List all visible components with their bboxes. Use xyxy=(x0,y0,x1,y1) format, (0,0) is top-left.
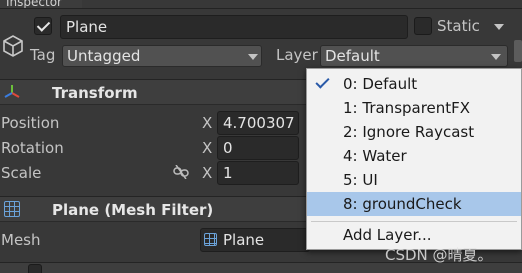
rotation-x-label: X xyxy=(202,139,213,157)
scrollbar-thumb[interactable] xyxy=(514,40,522,62)
static-label: Static xyxy=(437,17,480,35)
layer-menu-item-groundcheck[interactable]: 8: groundCheck xyxy=(307,192,521,216)
layer-menu-item-label: 0: Default xyxy=(343,75,418,93)
position-label: Position xyxy=(1,114,60,132)
static-checkbox[interactable] xyxy=(414,17,432,35)
tag-label: Tag xyxy=(30,46,56,64)
gameobject-cube-icon xyxy=(3,35,23,57)
position-x-field[interactable]: 4.700307 xyxy=(217,111,299,135)
layer-menu-item-transparentfx[interactable]: 1: TransparentFX xyxy=(307,96,521,120)
active-checkbox[interactable] xyxy=(34,17,52,35)
layer-menu-item-ui[interactable]: 5: UI xyxy=(307,168,521,192)
scale-label: Scale xyxy=(1,164,42,182)
menu-separator xyxy=(311,221,517,222)
layer-value: Default xyxy=(325,47,380,65)
watermark: CSDN @晴夏。 xyxy=(385,246,493,264)
mesh-filter-title: Plane (Mesh Filter) xyxy=(52,201,214,219)
mesh-value: Plane xyxy=(223,231,265,249)
static-dropdown-arrow-icon[interactable] xyxy=(494,24,504,30)
rotation-x-field[interactable]: 0 xyxy=(217,136,299,160)
transform-axes-icon xyxy=(4,85,20,98)
link-broken-icon[interactable] xyxy=(173,165,189,179)
layer-menu-item-label: 5: UI xyxy=(343,171,378,189)
layer-menu: 0: Default 1: TransparentFX 2: Ignore Ra… xyxy=(306,68,522,250)
tag-chevron-down-icon xyxy=(248,54,258,60)
layer-chevron-down-icon xyxy=(491,54,501,60)
scale-x-label: X xyxy=(202,164,213,182)
layer-menu-item-ignore-raycast[interactable]: 2: Ignore Raycast xyxy=(307,120,521,144)
layer-menu-item-label: 4: Water xyxy=(343,147,407,165)
position-x-label: X xyxy=(202,114,213,132)
layer-menu-item-default[interactable]: 0: Default xyxy=(307,72,521,96)
add-layer-label: Add Layer... xyxy=(343,226,432,244)
tag-dropdown[interactable]: Untagged xyxy=(62,45,262,67)
next-component-checkbox[interactable] xyxy=(28,264,42,273)
object-name-field[interactable]: Plane xyxy=(60,15,408,39)
layer-menu-item-label: 2: Ignore Raycast xyxy=(343,123,475,141)
tab-divider xyxy=(0,8,522,9)
mesh-filter-grid-icon xyxy=(4,201,20,217)
checkmark-icon xyxy=(315,74,330,89)
rotation-label: Rotation xyxy=(1,139,64,157)
mesh-asset-icon xyxy=(204,233,217,246)
tag-value: Untagged xyxy=(67,47,141,65)
layer-dropdown[interactable]: Default xyxy=(320,45,508,67)
layer-label: Layer xyxy=(276,46,318,64)
layer-menu-item-label: 8: groundCheck xyxy=(343,195,462,213)
transform-title: Transform xyxy=(52,84,138,102)
layer-menu-item-label: 1: TransparentFX xyxy=(343,99,471,117)
mesh-label: Mesh xyxy=(1,231,41,249)
layer-menu-item-water[interactable]: 4: Water xyxy=(307,144,521,168)
scale-x-field[interactable]: 1 xyxy=(217,161,299,185)
